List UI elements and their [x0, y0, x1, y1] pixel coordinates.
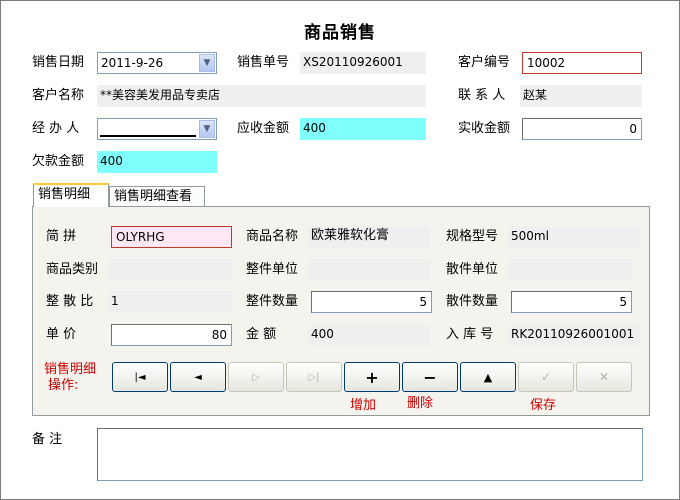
abbr-label: 简 拼: [46, 229, 77, 244]
add-button[interactable]: +: [344, 362, 400, 392]
operations-label-line1: 销售明细: [44, 362, 97, 377]
category-label: 商品类别: [46, 262, 99, 277]
handler-underline: [100, 135, 196, 137]
move-up-button[interactable]: ▲: [460, 362, 516, 392]
stock-in-label: 入 库 号: [446, 327, 494, 342]
minus-icon: −: [423, 367, 437, 387]
customer-no-label: 客户编号: [458, 55, 511, 70]
delete-caption: 删除: [407, 396, 434, 411]
price-input[interactable]: 80: [111, 324, 232, 346]
next-record-button[interactable]: ▷: [228, 362, 284, 392]
price-label: 单 价: [46, 327, 77, 342]
remark-label: 备 注: [32, 432, 63, 447]
received-input[interactable]: 0: [522, 118, 642, 140]
ratio-label: 整 散 比: [46, 294, 94, 309]
first-record-button[interactable]: |◄: [112, 362, 168, 392]
whole-qty-label: 整件数量: [246, 294, 299, 309]
amount-value: 400: [308, 324, 430, 346]
category-value: [108, 259, 232, 281]
sale-no-label: 销售单号: [237, 55, 290, 70]
whole-unit-value: [308, 259, 430, 281]
checkmark-icon: ✓: [540, 370, 552, 384]
whole-unit-label: 整件单位: [246, 262, 299, 277]
delete-button[interactable]: −: [402, 362, 458, 392]
loose-qty-label: 散件数量: [446, 294, 499, 309]
chevron-down-icon[interactable]: ▼: [199, 54, 215, 72]
loose-unit-value: [508, 259, 632, 281]
last-record-button[interactable]: ▷|: [286, 362, 342, 392]
loose-qty-input[interactable]: 5: [511, 291, 632, 313]
product-name-label: 商品名称: [246, 229, 299, 244]
receivable-label: 应收金额: [237, 121, 290, 136]
product-name-value: 欧莱雅软化膏: [308, 226, 430, 248]
handler-select[interactable]: ▼: [97, 118, 217, 140]
receivable-value: 400: [300, 118, 426, 140]
sale-date-picker[interactable]: 2011-9-26 ▼: [97, 52, 217, 74]
contact-value: 赵某: [520, 85, 642, 107]
ratio-value: 1: [108, 291, 232, 313]
customer-no-input[interactable]: 10002: [522, 52, 642, 74]
owed-label: 欠款金额: [32, 154, 85, 169]
page-title: 商品销售: [304, 23, 376, 43]
close-icon: ✕: [598, 370, 610, 384]
tab-sales-detail[interactable]: 销售明细: [33, 183, 109, 207]
customer-name-value: **美容美发用品专卖店: [97, 85, 426, 107]
spec-label: 规格型号: [446, 229, 499, 244]
sale-date-label: 销售日期: [32, 55, 85, 70]
sale-no-value: XS20110926001: [300, 52, 426, 74]
contact-label: 联 系 人: [458, 88, 506, 103]
tab-sales-detail-view[interactable]: 销售明细查看: [109, 186, 205, 207]
chevron-down-icon[interactable]: ▼: [199, 120, 215, 138]
owed-value: 400: [97, 151, 217, 173]
next-record-icon: ▷: [252, 371, 260, 383]
save-caption: 保存: [530, 398, 557, 413]
loose-unit-label: 散件单位: [446, 262, 499, 277]
add-caption: 增加: [350, 398, 377, 413]
up-arrow-icon: ▲: [483, 370, 493, 384]
amount-label: 金 额: [246, 327, 277, 342]
last-record-icon: ▷|: [308, 371, 320, 383]
whole-qty-input[interactable]: 5: [311, 291, 432, 313]
stock-in-value: RK20110926001001: [508, 324, 640, 346]
received-label: 实收金额: [458, 121, 511, 136]
handler-label: 经 办 人: [32, 121, 80, 136]
spec-value: 500ml: [508, 226, 640, 248]
abbr-input[interactable]: OLYRHG: [111, 226, 232, 248]
save-button[interactable]: ✓: [518, 362, 574, 392]
operations-label-line2: 操作:: [48, 378, 79, 393]
first-record-icon: |◄: [134, 371, 146, 383]
customer-name-label: 客户名称: [32, 88, 85, 103]
remark-textarea[interactable]: [97, 428, 643, 481]
cancel-button[interactable]: ✕: [576, 362, 632, 392]
prev-record-icon: ◄: [194, 371, 202, 383]
plus-icon: +: [365, 367, 379, 387]
prev-record-button[interactable]: ◄: [170, 362, 226, 392]
sale-date-value: 2011-9-26: [101, 56, 164, 70]
